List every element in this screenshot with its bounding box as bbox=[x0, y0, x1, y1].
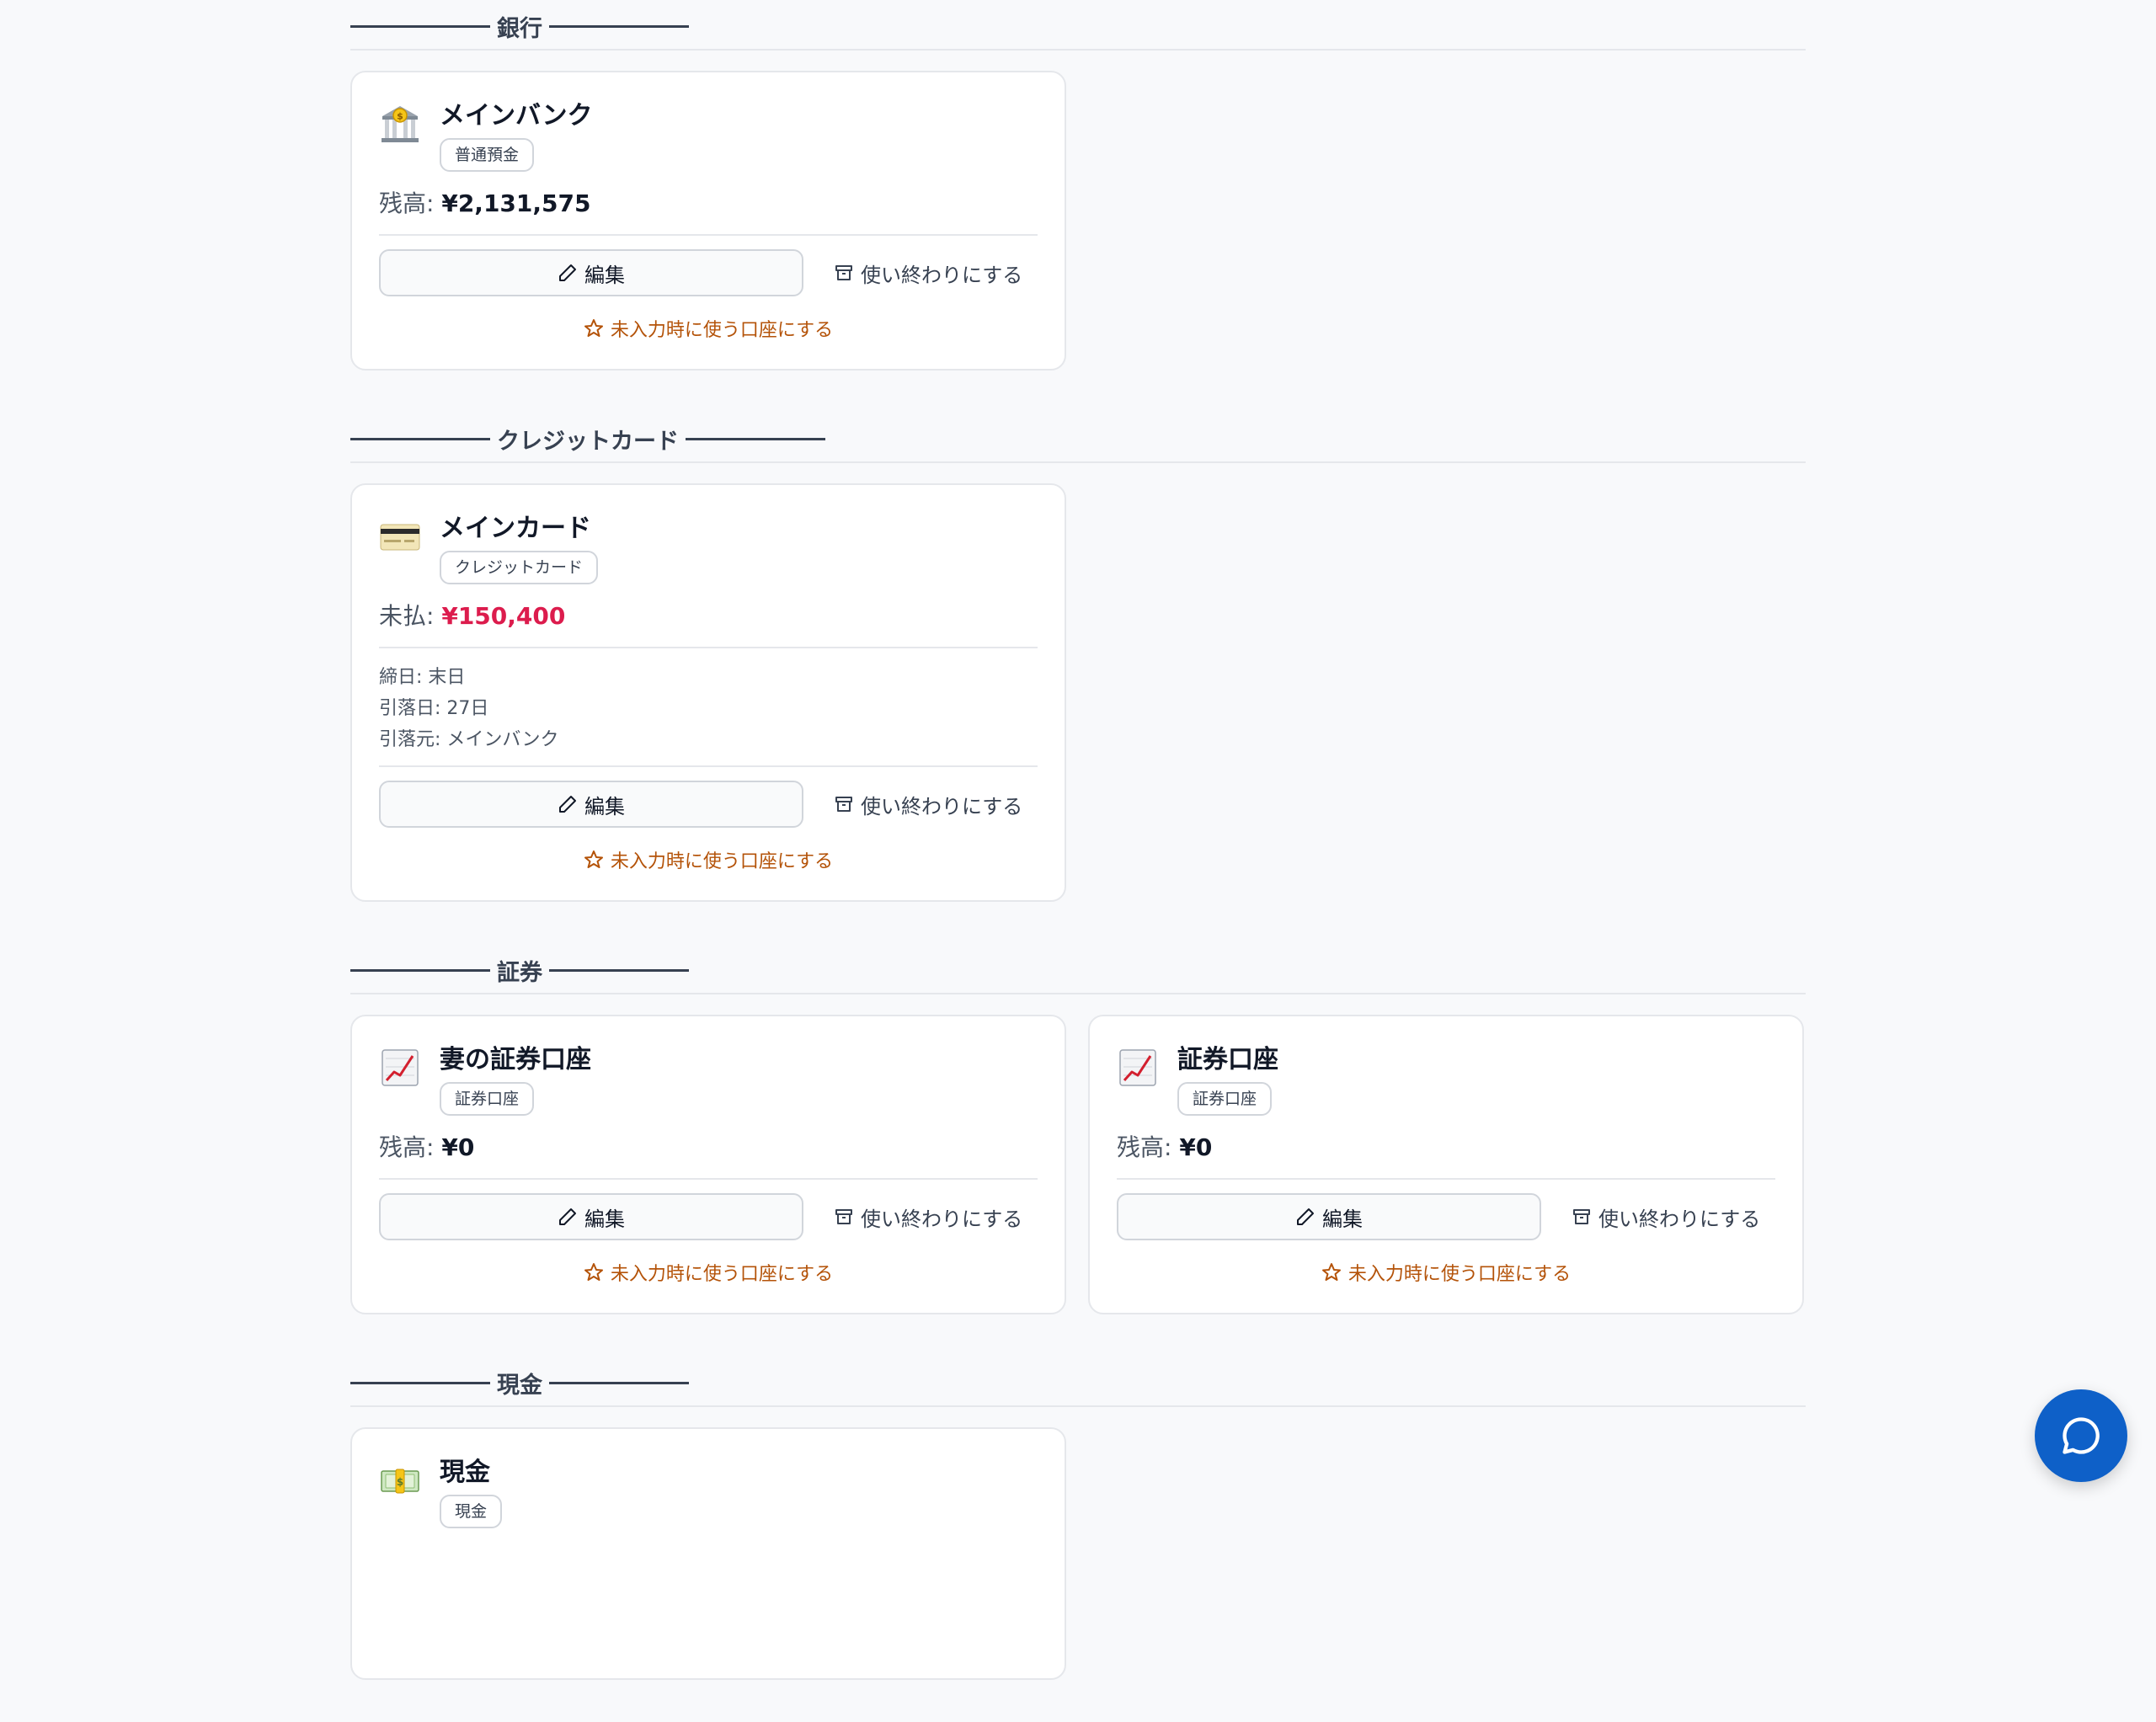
account-type-badge: 普通預金 bbox=[440, 138, 535, 172]
edit-button[interactable]: 編集 bbox=[379, 249, 803, 296]
pencil-icon bbox=[559, 1208, 576, 1225]
edit-label: 編集 bbox=[584, 263, 625, 287]
payment-source: 引落元: メインバンク bbox=[379, 729, 559, 750]
amount-label: 残高: bbox=[379, 189, 435, 217]
edit-button[interactable]: 編集 bbox=[379, 1193, 803, 1240]
account-name: メインカード bbox=[440, 514, 591, 543]
archive-button[interactable]: 使い終わりにする bbox=[1572, 1202, 1760, 1232]
account-type-badge: 現金 bbox=[440, 1495, 503, 1528]
section-bank: 銀行 $ メインバンク 普通預金 残高: ¥2,131,575 編集 使い終わり… bbox=[350, 0, 1806, 371]
star-icon bbox=[584, 319, 603, 337]
divider bbox=[379, 234, 1038, 236]
archive-label: 使い終わりにする bbox=[861, 1207, 1023, 1231]
balance-row: 残高: ¥2,131,575 bbox=[379, 187, 1038, 221]
star-icon bbox=[584, 1263, 603, 1281]
amount-value: ¥2,131,575 bbox=[441, 189, 591, 217]
account-type-badge: 証券口座 bbox=[440, 1082, 535, 1116]
pencil-icon bbox=[1297, 1208, 1314, 1225]
edit-label: 編集 bbox=[584, 794, 625, 818]
archive-label: 使い終わりにする bbox=[861, 794, 1023, 818]
edit-label: 編集 bbox=[584, 1207, 625, 1231]
amount-label: 残高: bbox=[1117, 1133, 1172, 1161]
section-title: クレジットカード bbox=[497, 429, 679, 455]
archive-button[interactable]: 使い終わりにする bbox=[834, 790, 1022, 819]
set-default-label: 未入力時に使う口座にする bbox=[610, 851, 834, 872]
chart-increasing-icon bbox=[382, 1049, 419, 1086]
divider bbox=[379, 765, 1038, 767]
balance-row: 残高: ¥0 bbox=[379, 1131, 1038, 1165]
edit-label: 編集 bbox=[1322, 1207, 1363, 1231]
payment-day: 引落日: 27日 bbox=[379, 698, 489, 719]
archive-button[interactable]: 使い終わりにする bbox=[834, 1202, 1022, 1232]
account-card: メインカード クレジットカード 未払: ¥150,400 締日: 末日 引落日:… bbox=[350, 483, 1066, 902]
closing-day: 締日: 末日 bbox=[379, 667, 466, 688]
edit-button[interactable]: 編集 bbox=[1117, 1193, 1541, 1240]
divider bbox=[1117, 1178, 1775, 1180]
archive-icon bbox=[835, 265, 852, 280]
archive-label: 使い終わりにする bbox=[1598, 1207, 1761, 1231]
svg-text:$: $ bbox=[397, 1476, 403, 1488]
pencil-icon bbox=[559, 264, 576, 281]
chat-bubble-icon bbox=[2063, 1417, 2100, 1454]
amount-label: 残高: bbox=[379, 1133, 435, 1161]
set-default-label: 未入力時に使う口座にする bbox=[1348, 1264, 1572, 1285]
account-type-badge: クレジットカード bbox=[440, 551, 599, 584]
account-name: メインバンク bbox=[440, 101, 593, 131]
amount-value: ¥150,400 bbox=[441, 602, 566, 630]
bank-icon: $ bbox=[382, 106, 419, 142]
credit-card-icon bbox=[380, 524, 420, 551]
account-name: 証券口座 bbox=[1177, 1045, 1278, 1074]
section-header: 現金 bbox=[350, 1357, 1806, 1407]
set-default-label: 未入力時に使う口座にする bbox=[610, 1264, 834, 1285]
section-cash: 現金 $ 現金 現金 bbox=[350, 1357, 1806, 1680]
section-credit-card: クレジットカード メインカード クレジットカード 未払: ¥150,400 締日… bbox=[350, 413, 1806, 902]
section-title: 現金 bbox=[497, 1373, 542, 1399]
money-bag-icon: $ bbox=[381, 1469, 419, 1494]
account-card: $ メインバンク 普通預金 残高: ¥2,131,575 編集 使い終わりにする… bbox=[350, 71, 1066, 371]
chart-increasing-icon bbox=[1119, 1049, 1156, 1086]
balance-row: 残高: ¥0 bbox=[1117, 1131, 1775, 1165]
section-header: 銀行 bbox=[350, 0, 1806, 51]
pencil-icon bbox=[559, 796, 576, 813]
section-title: 証券 bbox=[497, 960, 542, 986]
accounts-list: 銀行 $ メインバンク 普通預金 残高: ¥2,131,575 編集 使い終わり… bbox=[350, 0, 1806, 1722]
archive-button[interactable]: 使い終わりにする bbox=[834, 259, 1022, 288]
account-name: 妻の証券口座 bbox=[440, 1045, 591, 1074]
account-card: 証券口座 証券口座 残高: ¥0 編集 使い終わりにする 未入力時に使う口座にす… bbox=[1088, 1015, 1804, 1314]
archive-icon bbox=[1573, 1209, 1590, 1224]
section-title: 銀行 bbox=[497, 16, 542, 42]
star-icon bbox=[1321, 1263, 1341, 1281]
set-default-label: 未入力時に使う口座にする bbox=[610, 320, 834, 341]
section-header: クレジットカード bbox=[350, 413, 1806, 463]
set-default-account-button[interactable]: 未入力時に使う口座にする bbox=[1117, 1259, 1775, 1286]
archive-icon bbox=[835, 1209, 852, 1224]
star-icon bbox=[584, 850, 603, 868]
set-default-account-button[interactable]: 未入力時に使う口座にする bbox=[379, 846, 1038, 873]
amount-value: ¥0 bbox=[441, 1133, 475, 1161]
divider bbox=[379, 1178, 1038, 1180]
section-header: 証券 bbox=[350, 944, 1806, 994]
account-name: 現金 bbox=[440, 1458, 490, 1487]
card-details: 締日: 末日 引落日: 27日 引落元: メインバンク bbox=[379, 648, 1038, 762]
amount-value: ¥0 bbox=[1179, 1133, 1213, 1161]
archive-label: 使い終わりにする bbox=[861, 263, 1023, 287]
section-securities: 証券 妻の証券口座 証券口座 残高: ¥0 編集 使い終わりにする 未入力時に使… bbox=[350, 944, 1806, 1314]
set-default-account-button[interactable]: 未入力時に使う口座にする bbox=[379, 315, 1038, 342]
account-type-badge: 証券口座 bbox=[1177, 1082, 1273, 1116]
account-card: 妻の証券口座 証券口座 残高: ¥0 編集 使い終わりにする 未入力時に使う口座… bbox=[350, 1015, 1066, 1314]
edit-button[interactable]: 編集 bbox=[379, 781, 803, 828]
unpaid-row: 未払: ¥150,400 bbox=[379, 600, 1038, 633]
account-card: $ 現金 現金 bbox=[350, 1427, 1066, 1680]
chat-button[interactable] bbox=[2035, 1389, 2127, 1482]
set-default-account-button[interactable]: 未入力時に使う口座にする bbox=[379, 1259, 1038, 1286]
archive-icon bbox=[835, 797, 852, 812]
amount-label: 未払: bbox=[379, 602, 435, 630]
svg-text:$: $ bbox=[397, 111, 403, 122]
